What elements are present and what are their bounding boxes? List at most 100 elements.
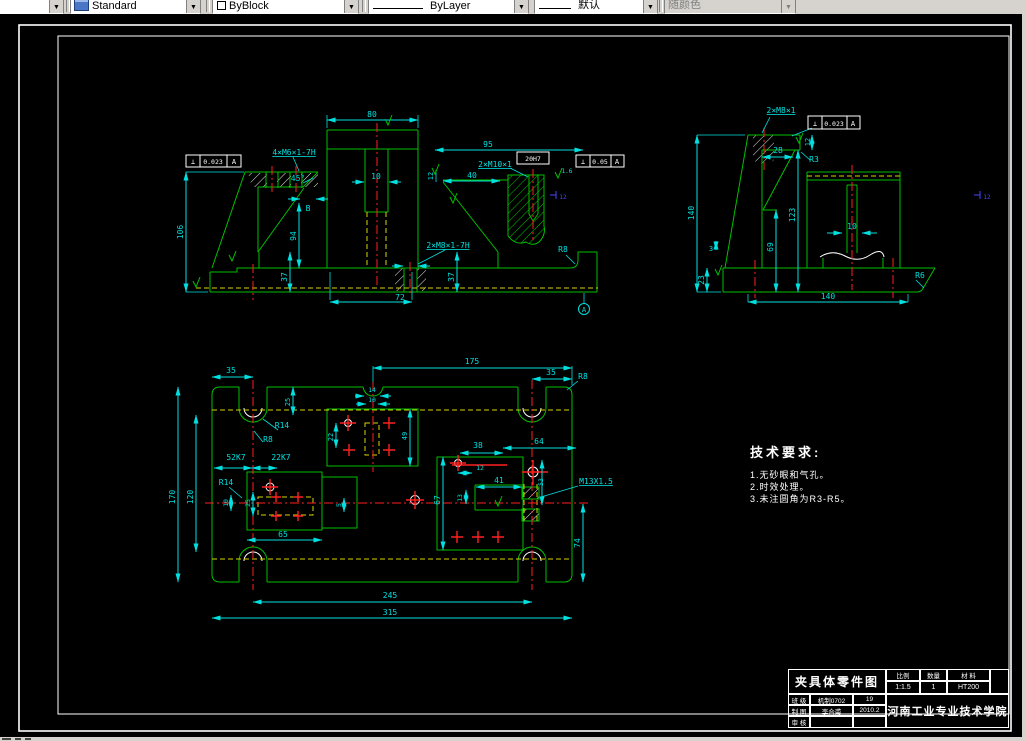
status-mark — [2, 738, 11, 740]
dim-label: 74 — [573, 538, 582, 548]
school-name: 河南工业专业技术学院 — [886, 694, 1009, 728]
dim-label: 35 — [546, 368, 556, 377]
row-value: 19 — [853, 694, 886, 705]
dim-label: 95 — [483, 140, 493, 149]
dim-label: 2×M10×1 — [478, 160, 512, 169]
dim-label: 80 — [367, 110, 377, 119]
dim-label: M13X1.5 — [579, 477, 613, 486]
dim-label: 37 — [280, 272, 289, 282]
lineweight-swatch — [539, 8, 571, 9]
plotstyle-combo[interactable]: 随颜色 ▼ — [664, 0, 796, 14]
row-value: 机制0702 — [810, 694, 853, 705]
dim-label: 23 — [697, 275, 706, 285]
dim-label: 5 — [335, 503, 343, 507]
application-window: ▼ Standard ▼ ByBlock ▼ ByLayer ▼ 默认 ▼ 随颜… — [0, 0, 1026, 741]
dim-label: 12 — [427, 172, 435, 180]
dim-label: 49 — [401, 432, 409, 440]
dim-label: 35 — [226, 366, 236, 375]
dim-label: 53 — [537, 478, 545, 486]
dim-label: 12 — [983, 194, 991, 201]
dim-label: 140 — [687, 206, 696, 221]
empty-cell — [990, 669, 1009, 694]
tech-req-title: 技术要求: — [750, 445, 822, 460]
dim-label: 12 — [559, 194, 567, 201]
dim-label: 12 — [804, 138, 812, 146]
dim-label: 25 — [244, 499, 252, 507]
dim-label: 72 — [395, 293, 405, 302]
title-block: 夹具体零件图 比例 数量 材 料 1:1.5 1 HT200 河南工业专业技术学… — [788, 669, 1009, 728]
toolbar-separator — [362, 0, 366, 12]
dim-label: 69 — [766, 242, 775, 252]
dim-label: 20H7 — [525, 155, 541, 163]
scale-value: 1:1.5 — [886, 681, 920, 694]
material-value: HT200 — [947, 681, 990, 694]
toolbar-separator — [206, 0, 210, 12]
model-space-canvas[interactable]: 80 95 40 10 12 4×M6×1-7H 45° B 2×M10×1 20H7 1.6 106… — [0, 14, 1026, 737]
dim-label: 140 — [821, 292, 836, 301]
dim-label: 40 — [467, 171, 477, 180]
dim-label: R8 — [578, 372, 588, 381]
scale-label: 比例 — [886, 669, 920, 681]
linetype-combo[interactable]: ByLayer ▼ — [368, 0, 529, 14]
row-value — [853, 716, 886, 728]
style-icon — [74, 0, 89, 11]
combo-value: ByBlock — [229, 0, 269, 12]
row-label: 班 级 — [788, 694, 810, 705]
dim-label: 13 — [456, 494, 464, 502]
dim-label: ⊥ — [813, 120, 817, 128]
chevron-down-icon[interactable]: ▼ — [186, 0, 200, 13]
dim-label: 65 — [278, 530, 288, 539]
dim-label: 37 — [447, 272, 456, 282]
technical-requirements: 技术要求: 1.无砂眼和气孔。 2.时效处理。 3.未注圆角为R3-R5。 — [750, 442, 960, 505]
dim-label: 38 — [473, 441, 483, 450]
dim-label: R14 — [275, 421, 290, 430]
qty-label: 数量 — [920, 669, 947, 681]
combo-value: Standard — [92, 0, 137, 12]
row-value: 2010.2 — [853, 705, 886, 716]
dim-label: 0.023 — [824, 120, 844, 128]
chevron-down-icon: ▼ — [781, 0, 795, 13]
window-bottom-edge — [0, 737, 1026, 741]
dim-label: 10 — [222, 499, 230, 507]
text-style-combo[interactable]: Standard ▼ — [70, 0, 201, 14]
dim-label: ⊥ — [191, 158, 195, 166]
chevron-down-icon[interactable]: ▼ — [514, 0, 528, 13]
dim-label: A — [851, 120, 856, 128]
combo-value: 默认 — [578, 0, 600, 11]
centerlines — [205, 123, 894, 590]
dim-label: 67 — [433, 495, 442, 505]
dim-label: 120 — [186, 490, 195, 505]
dim-label: R3 — [809, 155, 819, 164]
chevron-down-icon[interactable]: ▼ — [643, 0, 657, 13]
dim-label: 175 — [465, 357, 480, 366]
dim-label: R14 — [219, 478, 234, 487]
status-mark — [25, 738, 31, 740]
dim-label: 10 — [847, 222, 857, 231]
combo-value: 随颜色 — [668, 0, 701, 11]
drawing-svg: 80954010 124×M6×1-7H45°B2×M10×120H71.6106… — [18, 24, 1012, 732]
toolbar-separator — [659, 0, 663, 12]
dim-label: 0.05 — [592, 158, 608, 166]
part-outline-plan — [211, 386, 573, 583]
linetype-swatch — [373, 8, 423, 9]
dim-label: 123 — [788, 208, 797, 223]
chevron-down-icon[interactable]: ▼ — [344, 0, 358, 13]
toolbar-combo-unknown[interactable]: ▼ — [0, 0, 64, 14]
color-control-combo[interactable]: ByBlock ▼ — [212, 0, 359, 14]
combo-value: ByLayer — [430, 0, 471, 12]
chevron-down-icon[interactable]: ▼ — [49, 0, 63, 13]
byblock-square-icon — [217, 1, 226, 10]
dim-label: B — [306, 204, 311, 213]
blue-annotation — [550, 191, 981, 199]
dim-label: R6 — [915, 271, 925, 280]
tech-req-item: 3.未注圆角为R3-R5。 — [750, 494, 851, 504]
dim-label: 22 — [327, 433, 335, 441]
toolbar: ▼ Standard ▼ ByBlock ▼ ByLayer ▼ 默认 ▼ 随颜… — [0, 0, 1026, 14]
row-value: 李合甫 — [810, 705, 853, 716]
dim-label: 170 — [168, 490, 177, 505]
sheet-frame — [18, 24, 1012, 732]
dim-label: R8 — [263, 435, 273, 444]
dim-label: R8 — [558, 245, 568, 254]
dim-label: 22K7 — [271, 453, 290, 462]
lineweight-combo[interactable]: 默认 ▼ — [534, 0, 658, 14]
